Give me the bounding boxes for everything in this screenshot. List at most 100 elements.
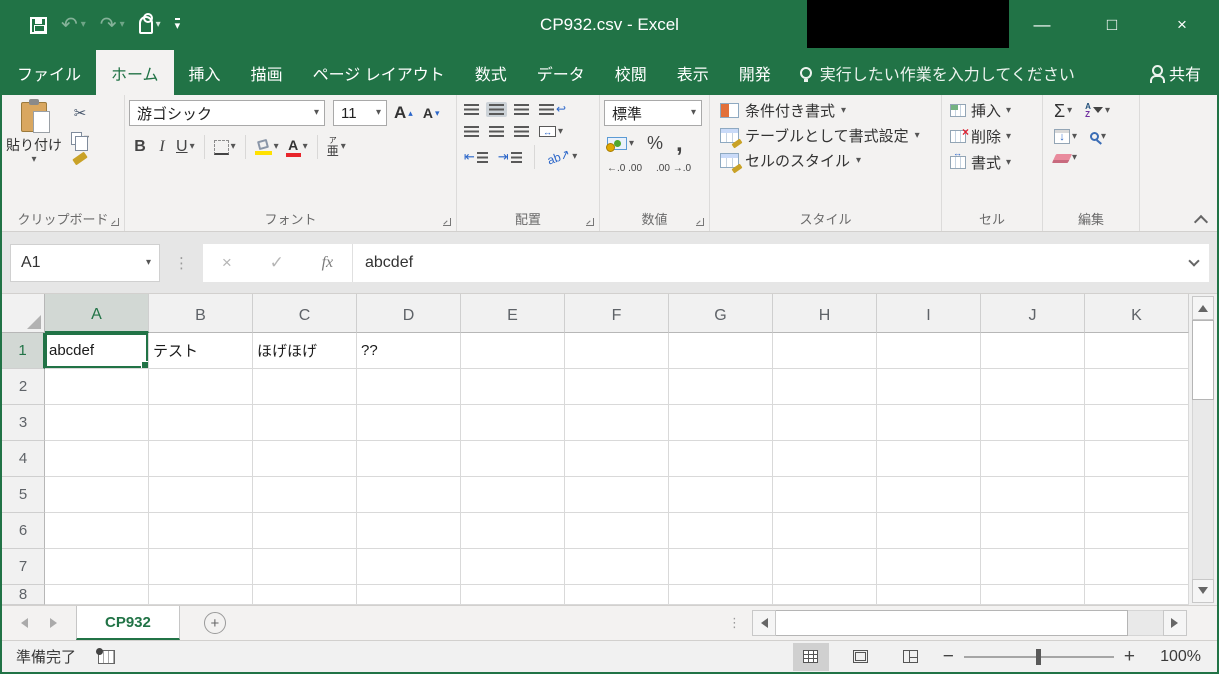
cell-F8[interactable] [565,585,669,605]
maximize-button[interactable]: □ [1077,0,1147,50]
cell-A1[interactable]: abcdef [45,333,149,369]
cell-K1[interactable] [1085,333,1189,369]
undo-button[interactable]: ↶ ▾ [61,15,86,35]
tab-view[interactable]: 表示 [662,50,724,95]
column-header-H[interactable]: H [773,294,877,333]
cell-E5[interactable] [461,477,565,513]
horizontal-scrollbar[interactable] [752,610,1187,636]
cell-E3[interactable] [461,405,565,441]
cell-E2[interactable] [461,369,565,405]
cell-D2[interactable] [357,369,461,405]
cell-C8[interactable] [253,585,357,605]
cell-K8[interactable] [1085,585,1189,605]
column-header-A[interactable]: A [45,294,149,333]
underline-button[interactable]: U ▾ [173,136,198,158]
cell-F7[interactable] [565,549,669,585]
format-cells-button[interactable]: 書式 ▾ [950,148,1038,173]
row-header-7[interactable]: 7 [2,549,45,585]
cell-H3[interactable] [773,405,877,441]
expand-formula-bar-button[interactable] [1179,243,1209,282]
number-format-combo[interactable]: 標準 ▾ [604,100,702,126]
cell-D5[interactable] [357,477,461,513]
insert-function-button[interactable]: fx [322,254,334,272]
cell-J8[interactable] [981,585,1085,605]
clipboard-dialog-launcher[interactable] [111,218,119,226]
view-normal-button[interactable] [792,642,829,671]
cell-C4[interactable] [253,441,357,477]
cell-A2[interactable] [45,369,149,405]
cell-B4[interactable] [149,441,253,477]
cell-B3[interactable] [149,405,253,441]
cell-K4[interactable] [1085,441,1189,477]
tab-home[interactable]: ホーム [96,50,174,95]
wrap-text-button[interactable]: ↩ [536,100,569,118]
insert-cells-button[interactable]: 挿入 ▾ [950,100,1038,121]
decrease-decimal-button[interactable]: .00 →.0 [653,161,694,177]
tab-page-layout[interactable]: ページ レイアウト [298,50,460,95]
increase-decimal-button[interactable]: ←.0 .00 [604,161,645,177]
cell-B6[interactable] [149,513,253,549]
cell-H2[interactable] [773,369,877,405]
zoom-out-button[interactable]: − [943,647,954,666]
cell-B7[interactable] [149,549,253,585]
cell-C5[interactable] [253,477,357,513]
cell-E6[interactable] [461,513,565,549]
row-header-2[interactable]: 2 [2,369,45,405]
align-middle-button[interactable] [486,101,507,117]
row-header-1[interactable]: 1 [2,333,45,369]
cell-G4[interactable] [669,441,773,477]
copy-button[interactable]: ▾ [68,130,92,151]
customize-qat-button[interactable]: ▾ [174,18,181,32]
scroll-up-button[interactable] [1192,296,1214,320]
cell-I7[interactable] [877,549,981,585]
decrease-indent-button[interactable]: ⇤ [461,147,491,167]
clear-button[interactable]: ▾ [1051,151,1080,165]
scroll-down-button[interactable] [1192,579,1214,603]
cell-J3[interactable] [981,405,1085,441]
cell-D3[interactable] [357,405,461,441]
formula-bar-grip[interactable]: ⋮ [160,254,203,272]
column-header-D[interactable]: D [357,294,461,333]
grow-font-button[interactable]: A ▴ [391,101,416,125]
cell-I3[interactable] [877,405,981,441]
align-right-button[interactable] [511,124,532,139]
orientation-button[interactable]: ab↗ ▾ [544,146,580,167]
row-header-3[interactable]: 3 [2,405,45,441]
close-button[interactable]: × [1147,0,1217,50]
cell-A8[interactable] [45,585,149,605]
cell-K3[interactable] [1085,405,1189,441]
tab-review[interactable]: 校閲 [600,50,662,95]
cell-D1[interactable]: ?? [357,333,461,369]
cell-G6[interactable] [669,513,773,549]
scroll-right-button[interactable] [1163,610,1187,636]
cell-I2[interactable] [877,369,981,405]
cell-J6[interactable] [981,513,1085,549]
new-sheet-button[interactable]: + [203,612,226,634]
cell-J5[interactable] [981,477,1085,513]
zoom-slider[interactable] [963,648,1114,665]
cell-A7[interactable] [45,549,149,585]
font-dialog-launcher[interactable] [443,218,451,226]
cell-A3[interactable] [45,405,149,441]
macro-record-icon[interactable] [96,647,116,664]
cell-H8[interactable] [773,585,877,605]
cell-J7[interactable] [981,549,1085,585]
minimize-button[interactable]: — [1007,0,1077,50]
row-header-4[interactable]: 4 [2,441,45,477]
cell-D6[interactable] [357,513,461,549]
zoom-slider-thumb[interactable] [1035,648,1041,665]
collapse-ribbon-button[interactable] [1196,214,1205,223]
fill-color-button[interactable]: ▾ [252,138,282,157]
cell-G7[interactable] [669,549,773,585]
touch-mode-button[interactable]: ▾ [138,13,161,34]
tab-formulas[interactable]: 数式 [460,50,522,95]
save-button[interactable] [30,16,47,34]
italic-button[interactable]: I [152,136,172,158]
share-button[interactable]: 共有 [1149,50,1217,95]
font-size-combo[interactable]: 11 ▾ [333,100,387,126]
cell-B1[interactable]: テスト [149,333,253,369]
merge-center-button[interactable]: ↔ ▾ [536,124,566,139]
cell-G3[interactable] [669,405,773,441]
tell-me-box[interactable]: 実行したい作業を入力してください [786,50,1089,95]
cell-G5[interactable] [669,477,773,513]
